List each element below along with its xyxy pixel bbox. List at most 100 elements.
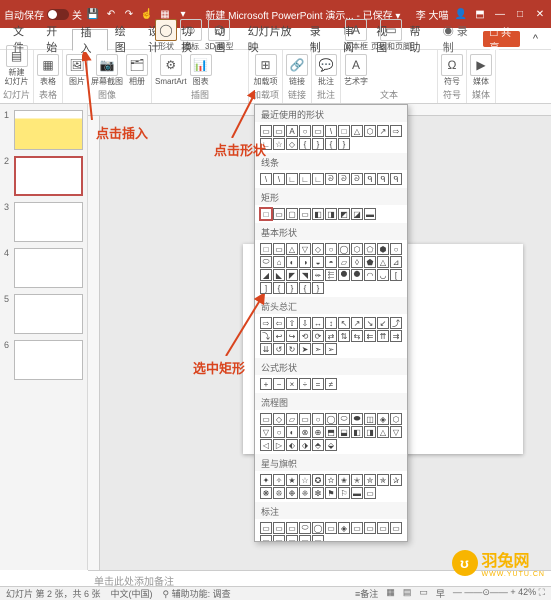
shape-option[interactable]: [: [390, 269, 402, 281]
shape-option[interactable]: ⬭: [338, 413, 350, 425]
shape-option[interactable]: ⌂: [273, 256, 285, 268]
shape-option[interactable]: ○: [312, 413, 324, 425]
shape-option[interactable]: ▭: [299, 413, 311, 425]
shape-option[interactable]: ▭: [260, 125, 272, 137]
shape-option[interactable]: ▽: [299, 243, 311, 255]
shape-option[interactable]: ○: [299, 125, 311, 137]
close-icon[interactable]: ✕: [533, 7, 547, 21]
comment-button[interactable]: 💬: [315, 54, 337, 76]
shape-option[interactable]: ▭: [286, 522, 298, 534]
shape-option[interactable]: ⇈: [377, 330, 389, 342]
shape-option[interactable]: ᘐ: [338, 173, 350, 185]
symbol-button[interactable]: Ω: [441, 54, 463, 76]
shape-option[interactable]: ○: [273, 426, 285, 438]
shape-option[interactable]: ✪: [312, 474, 324, 486]
shape-option[interactable]: ➤: [299, 343, 311, 355]
3dmodel-button[interactable]: ⬡: [208, 19, 230, 41]
shape-option[interactable]: ∟: [260, 138, 272, 150]
shape-option[interactable]: ⬭: [260, 256, 272, 268]
zoom-control[interactable]: — ——⊙—— + 42% ⛶: [453, 587, 545, 600]
table-button[interactable]: ▦: [37, 54, 59, 76]
shape-option[interactable]: □: [260, 243, 272, 255]
album-button[interactable]: 🗂: [126, 54, 148, 76]
shape-option[interactable]: \: [325, 125, 337, 137]
shape-option[interactable]: {: [325, 138, 337, 150]
shape-option[interactable]: △: [377, 256, 389, 268]
view-button[interactable]: 早: [436, 587, 445, 600]
slide-thumb-6[interactable]: 6: [4, 340, 83, 380]
shape-option[interactable]: ᑫ: [390, 173, 402, 185]
record-button[interactable]: ◉ 录制: [436, 28, 478, 50]
shape-option[interactable]: ◇: [273, 413, 285, 425]
shape-option[interactable]: ◣: [273, 269, 285, 281]
shape-option[interactable]: +: [260, 378, 272, 390]
maximize-icon[interactable]: □: [513, 7, 527, 21]
user-avatar[interactable]: 👤: [455, 9, 467, 20]
shape-option[interactable]: ▷: [273, 439, 285, 451]
shape-option[interactable]: ⊕: [312, 426, 324, 438]
shape-option[interactable]: ]: [260, 282, 272, 294]
shape-option[interactable]: A: [286, 125, 298, 137]
shape-option[interactable]: ▱: [286, 413, 298, 425]
textbox-button[interactable]: A: [345, 19, 367, 41]
shape-option[interactable]: ⬖: [286, 439, 298, 451]
shape-option[interactable]: ◐: [286, 256, 298, 268]
shape-option[interactable]: ★: [286, 474, 298, 486]
menu-录制[interactable]: 录制: [303, 28, 336, 50]
shape-option[interactable]: ⬡: [351, 243, 363, 255]
shape-option[interactable]: ◠: [364, 269, 376, 281]
shape-option[interactable]: ◧: [351, 426, 363, 438]
shape-option[interactable]: ÷: [299, 378, 311, 390]
shape-option[interactable]: ⇨: [260, 317, 272, 329]
shape-option[interactable]: ⬒: [325, 426, 337, 438]
slide-thumb-1[interactable]: 1: [4, 110, 83, 150]
minimize-icon[interactable]: —: [493, 7, 507, 21]
shape-option[interactable]: ↘: [364, 317, 376, 329]
shape-option[interactable]: ⚑: [325, 487, 337, 499]
shape-option[interactable]: ↗: [377, 125, 389, 137]
shape-option[interactable]: ▭: [273, 208, 285, 220]
shape-option[interactable]: ▭: [390, 522, 402, 534]
shape-option[interactable]: ❇: [312, 487, 324, 499]
shape-option[interactable]: ▬: [364, 208, 376, 220]
shape-option[interactable]: ⬢: [377, 243, 389, 255]
shape-option[interactable]: ⬘: [312, 439, 324, 451]
shape-option[interactable]: ⬓: [338, 426, 350, 438]
screenshot-button[interactable]: 📷: [96, 54, 118, 76]
shape-option[interactable]: ⯄: [351, 269, 363, 281]
shape-option[interactable]: ⬡: [390, 413, 402, 425]
shape-option[interactable]: ✫: [325, 474, 337, 486]
shape-option[interactable]: ◧: [312, 208, 324, 220]
shape-option[interactable]: ▭: [364, 522, 376, 534]
shape-option[interactable]: ᘐ: [351, 173, 363, 185]
shape-option[interactable]: ◇: [286, 138, 298, 150]
shape-option[interactable]: ▭: [299, 208, 311, 220]
shape-option[interactable]: ▭: [325, 522, 337, 534]
shape-option[interactable]: ☆: [299, 474, 311, 486]
undo-icon[interactable]: ↶: [104, 7, 118, 21]
shape-option[interactable]: ⇉: [390, 330, 402, 342]
shape-option[interactable]: ↻: [286, 343, 298, 355]
picture-button[interactable]: 🖼: [66, 54, 88, 76]
shape-option[interactable]: ⇊: [260, 343, 272, 355]
collapse-ribbon-icon[interactable]: ^: [526, 28, 545, 50]
slide-thumb-2[interactable]: 2: [4, 156, 83, 196]
redo-icon[interactable]: ↷: [122, 7, 136, 21]
shape-option[interactable]: ᘐ: [325, 173, 337, 185]
shape-option[interactable]: ◯: [338, 243, 350, 255]
shape-option[interactable]: △: [351, 125, 363, 137]
shape-option[interactable]: ⇅: [338, 330, 350, 342]
shape-option[interactable]: ▽: [260, 426, 272, 438]
shape-option[interactable]: ❊: [273, 487, 285, 499]
shape-option[interactable]: ⬱: [325, 269, 337, 281]
shape-option[interactable]: }: [312, 282, 324, 294]
addins-button[interactable]: ⊞: [255, 54, 277, 76]
shape-option[interactable]: ▭: [364, 487, 376, 499]
menu-开始[interactable]: 开始: [39, 28, 72, 50]
shape-option[interactable]: ∟: [299, 173, 311, 185]
shape-option[interactable]: ⬗: [299, 439, 311, 451]
shape-option[interactable]: ⚐: [338, 487, 350, 499]
share-button[interactable]: ☐ 共享: [483, 31, 519, 47]
shape-option[interactable]: ◪: [351, 208, 363, 220]
shape-option[interactable]: ▭: [273, 243, 285, 255]
